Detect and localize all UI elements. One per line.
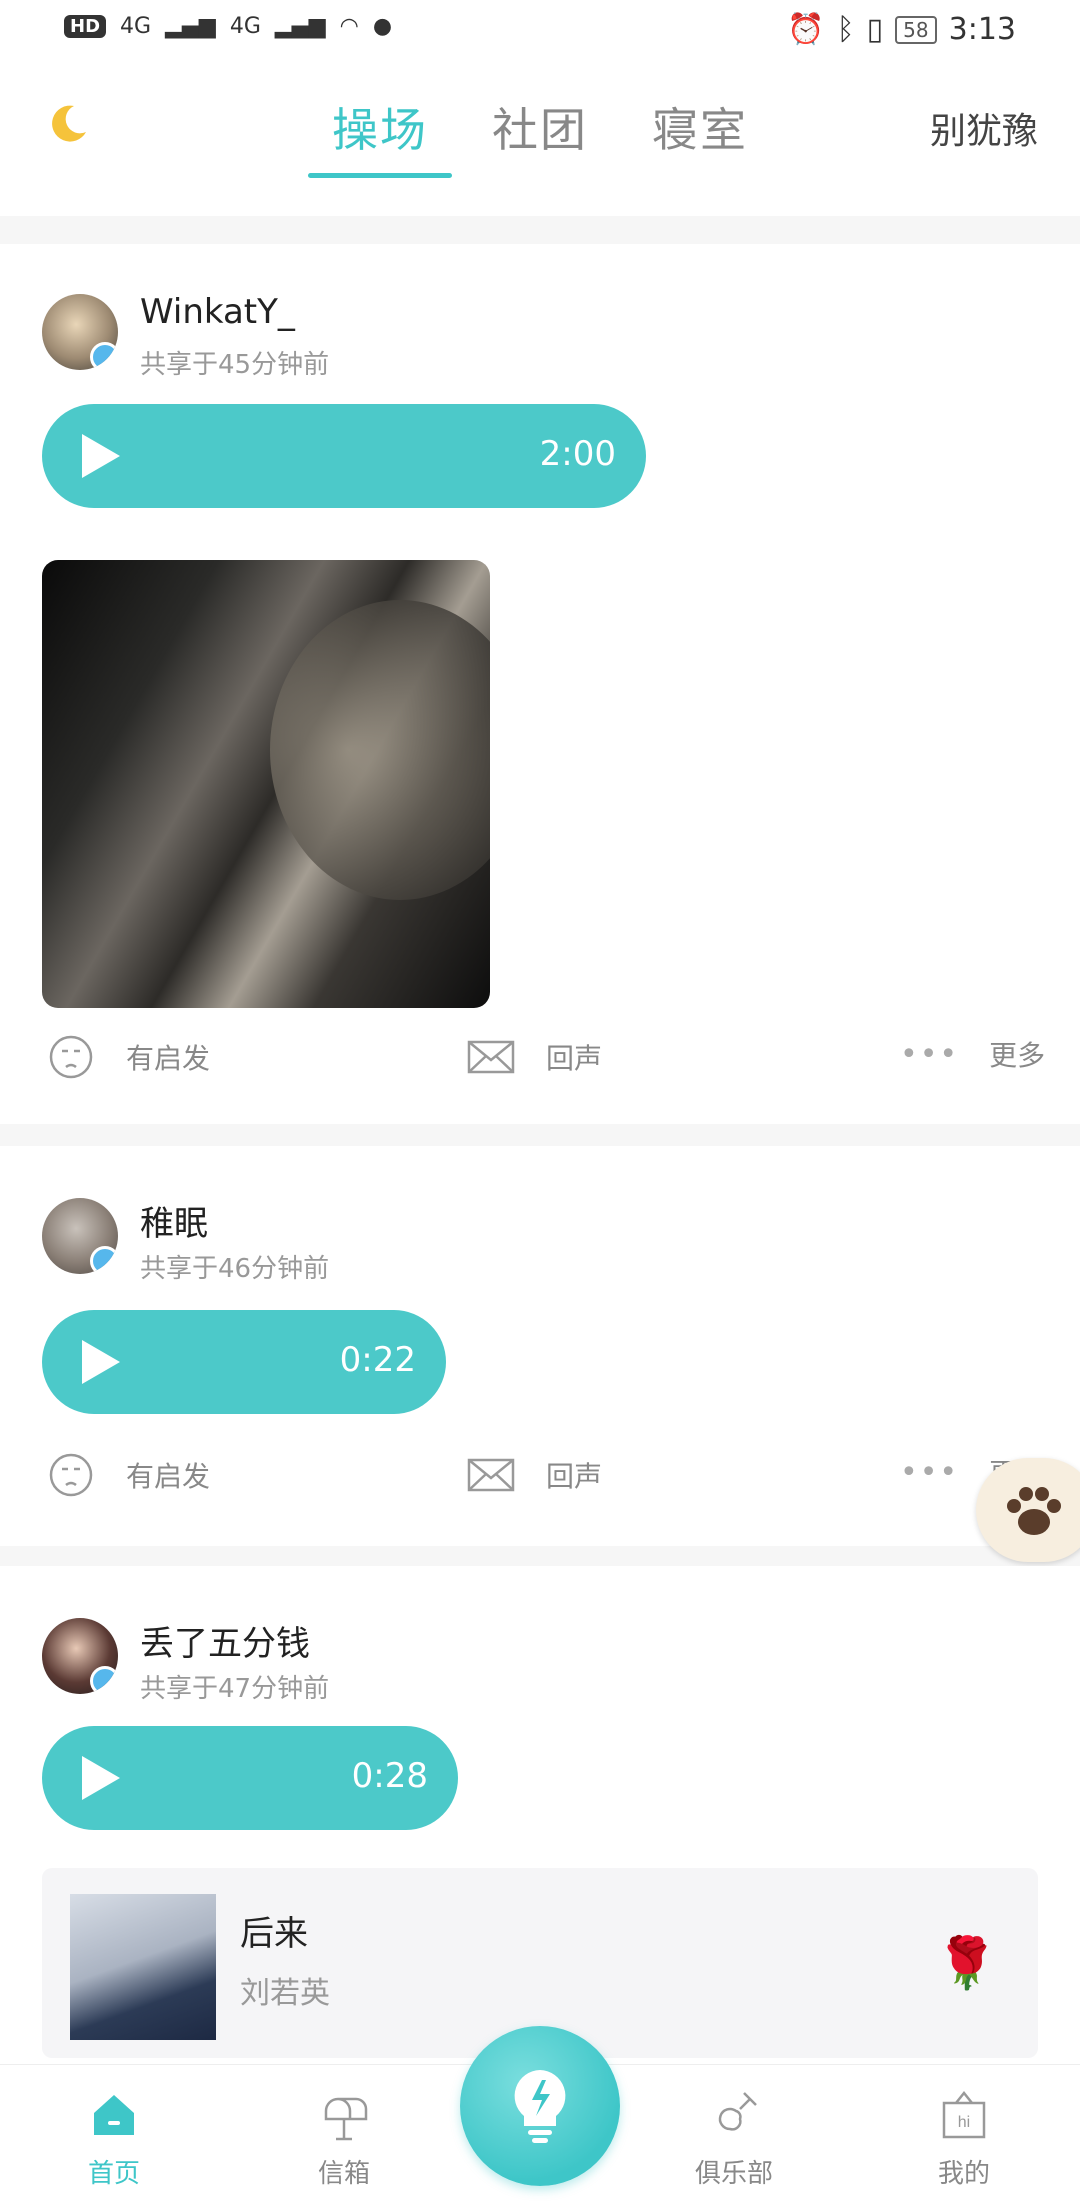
nav-club[interactable]: 俱乐部 (664, 2087, 804, 2190)
thinking-face-icon (49, 1453, 93, 1497)
echo-button[interactable]: 回声 (466, 1034, 602, 1080)
signal-4g-1: 4G (120, 14, 152, 39)
signal-4g-2: 4G (229, 14, 261, 39)
post-image[interactable] (42, 560, 490, 1008)
hd-badge: HD (64, 15, 107, 38)
audio-duration: 0:28 (351, 1756, 428, 1796)
tab-clubs[interactable]: 社团 (482, 94, 598, 178)
signal-bars-icon: ▂▄▆ (165, 14, 216, 39)
more-button[interactable]: ••• 更多 (900, 1034, 1045, 1074)
paw-float-button[interactable] (976, 1458, 1080, 1562)
play-icon[interactable] (82, 1756, 120, 1800)
audio-player[interactable]: 0:22 (42, 1310, 446, 1414)
clock: 3:13 (948, 12, 1016, 47)
audio-player[interactable]: 0:28 (42, 1726, 458, 1830)
echo-label: 回声 (546, 1042, 603, 1075)
more-dots-icon: ••• (900, 1036, 960, 1072)
header-right-link[interactable]: 别犹豫 (930, 102, 1038, 154)
nav-mailbox-label: 信箱 (317, 2159, 370, 2189)
signal-bars-icon: ▂▄▆ (274, 14, 326, 39)
inspire-button[interactable]: 有启发 (46, 1034, 210, 1080)
play-icon[interactable] (82, 1340, 120, 1384)
envelope-icon (467, 1040, 515, 1074)
status-bar: HD 4G ▂▄▆ 4G ▂▄▆ ◠ ● ⏰ ᛒ ▯ 58 3:13 (0, 0, 1080, 66)
inspire-label: 有启发 (126, 1042, 211, 1075)
nav-mailbox[interactable]: 信箱 (274, 2087, 414, 2190)
echo-label: 回声 (546, 1460, 603, 1493)
post-time: 共享于45分钟前 (140, 350, 330, 380)
home-icon (94, 2095, 134, 2135)
inspire-button[interactable]: 有启发 (46, 1452, 210, 1498)
wifi-icon: ◠ (339, 14, 359, 39)
post-card: 丢了五分钱 共享于47分钟前 0:28 后来 刘若英 🌹 (0, 1566, 1080, 2066)
avatar[interactable] (42, 1618, 118, 1694)
nav-me-label: 我的 (937, 2159, 990, 2189)
album-cover (70, 1894, 216, 2040)
song-artist: 刘若英 (240, 1976, 330, 2011)
post-actions: 有启发 回声 ••• 更多 (0, 1452, 1080, 1512)
status-bar-left: HD 4G ▂▄▆ 4G ▂▄▆ ◠ ● (64, 14, 392, 39)
verified-feather-badge (90, 1246, 118, 1274)
paw-icon (1007, 1487, 1061, 1535)
chat-icon: ● (372, 14, 393, 39)
tab-bar: 操场 社团 寝室 (0, 94, 1080, 178)
audio-duration: 2:00 (539, 434, 616, 474)
post-username[interactable]: 丢了五分钱 (140, 1616, 310, 1665)
nav-club-label: 俱乐部 (694, 2159, 773, 2189)
post-username[interactable]: 稚眠 (140, 1196, 208, 1245)
verified-feather-badge (90, 1666, 118, 1694)
verified-feather-badge (90, 342, 118, 370)
rose-icon[interactable]: 🌹 (936, 1934, 998, 1993)
image-detail (270, 600, 490, 900)
avatar[interactable] (42, 294, 118, 370)
vibrate-icon: ▯ (866, 12, 884, 47)
svg-text:hi: hi (958, 2114, 970, 2131)
post-time: 共享于46分钟前 (140, 1254, 330, 1284)
envelope-icon (467, 1458, 515, 1492)
post-card: 稚眠 共享于46分钟前 0:22 有启发 回声 ••• 更多 (0, 1146, 1080, 1546)
post-username[interactable]: WinkatY_ (140, 292, 295, 332)
bluetooth-icon: ᛒ (836, 12, 855, 47)
play-icon[interactable] (82, 434, 120, 478)
create-idea-button[interactable] (460, 2026, 620, 2186)
guitar-icon (718, 2092, 757, 2131)
echo-button[interactable]: 回声 (466, 1452, 602, 1498)
more-label: 更多 (989, 1039, 1046, 1072)
audio-duration: 0:22 (339, 1340, 416, 1380)
hi-sign-icon: hi (942, 2090, 986, 2139)
tab-playground[interactable]: 操场 (308, 94, 452, 178)
tab-dorm[interactable]: 寝室 (642, 94, 758, 178)
post-time: 共享于47分钟前 (140, 1674, 330, 1704)
post-card: WinkatY_ 共享于45分钟前 2:00 有启发 回声 ••• 更多 (0, 244, 1080, 1124)
status-bar-right: ⏰ ᛒ ▯ 58 3:13 (787, 12, 1016, 47)
more-dots-icon: ••• (900, 1454, 960, 1490)
nav-me[interactable]: hi 我的 (894, 2087, 1034, 2190)
avatar[interactable] (42, 1198, 118, 1274)
battery-level: 58 (895, 15, 937, 44)
post-actions: 有启发 回声 ••• 更多 (0, 1034, 1080, 1094)
nav-home[interactable]: 首页 (44, 2087, 184, 2190)
inspire-label: 有启发 (126, 1460, 211, 1493)
alarm-icon: ⏰ (787, 12, 825, 47)
audio-player[interactable]: 2:00 (42, 404, 646, 508)
lightbulb-icon (514, 2070, 566, 2143)
thinking-face-icon (49, 1035, 93, 1079)
top-nav: 操场 社团 寝室 别犹豫 (0, 66, 1080, 216)
song-title: 后来 (240, 1914, 308, 1954)
mailbox-icon (324, 2097, 368, 2141)
nav-home-label: 首页 (87, 2159, 140, 2189)
